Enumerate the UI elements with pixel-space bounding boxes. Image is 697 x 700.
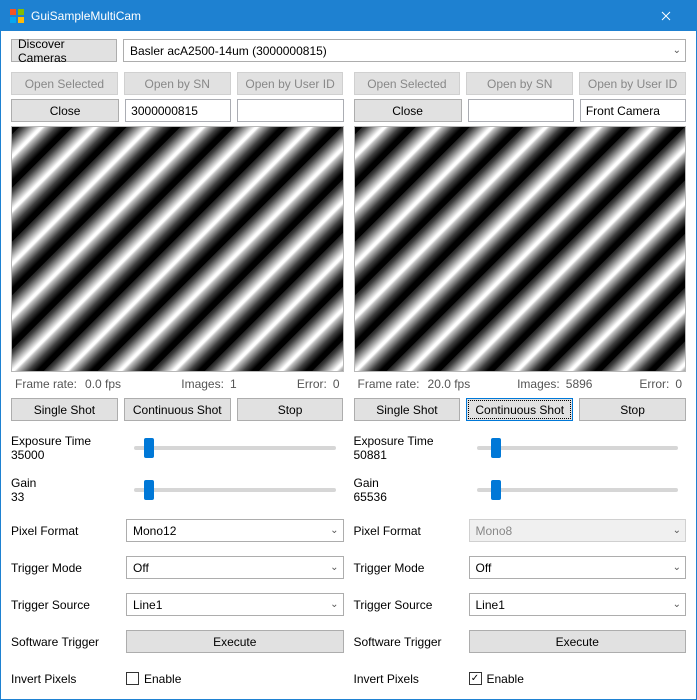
- frame-rate-value: 0.0 fps: [85, 377, 121, 391]
- window-close-button[interactable]: [643, 1, 688, 31]
- sn-input[interactable]: 3000000815: [125, 99, 231, 122]
- stats-line: Frame rate: 0.0 fps Images: 1 Error: 0: [11, 374, 344, 394]
- slider-thumb[interactable]: [491, 438, 501, 458]
- pixel-format-label: Pixel Format: [354, 524, 469, 538]
- pixel-format-select[interactable]: Mono12 ⌄: [126, 519, 344, 542]
- open-selected-button[interactable]: Open Selected: [354, 72, 461, 95]
- chevron-down-icon: ⌄: [673, 599, 681, 610]
- exposure-time-slider[interactable]: [134, 446, 336, 450]
- invert-pixels-checkbox-label: Enable: [144, 672, 181, 686]
- invert-pixels-label: Invert Pixels: [11, 672, 126, 686]
- slider-thumb[interactable]: [144, 438, 154, 458]
- exposure-time-label: Exposure Time: [11, 434, 126, 448]
- pixel-format-label: Pixel Format: [11, 524, 126, 538]
- software-trigger-execute-button[interactable]: Execute: [469, 630, 687, 653]
- chevron-down-icon: ⌄: [673, 562, 681, 573]
- camera-select[interactable]: Basler acA2500-14um (3000000815) ⌄: [123, 39, 686, 62]
- trigger-mode-select[interactable]: Off ⌄: [469, 556, 687, 579]
- images-value: 1: [230, 377, 237, 391]
- trigger-mode-label: Trigger Mode: [354, 561, 469, 575]
- chevron-down-icon: ⌄: [330, 562, 338, 573]
- trigger-source-label: Trigger Source: [354, 598, 469, 612]
- trigger-mode-value: Off: [133, 561, 149, 575]
- app-icon: [9, 8, 25, 24]
- camera-preview: [11, 126, 344, 372]
- trigger-source-select[interactable]: Line1 ⌄: [126, 593, 344, 616]
- invert-pixels-label: Invert Pixels: [354, 672, 469, 686]
- error-label: Error:: [639, 377, 669, 391]
- exposure-time-label: Exposure Time: [354, 434, 469, 448]
- slider-thumb[interactable]: [491, 480, 501, 500]
- error-label: Error:: [297, 377, 327, 391]
- trigger-mode-label: Trigger Mode: [11, 561, 126, 575]
- window-title: GuiSampleMultiCam: [31, 9, 141, 23]
- exposure-time-slider[interactable]: [477, 446, 679, 450]
- images-value: 5896: [566, 377, 593, 391]
- stop-button[interactable]: Stop: [237, 398, 344, 421]
- close-button[interactable]: Close: [11, 99, 119, 122]
- continuous-shot-button[interactable]: Continuous Shot: [124, 398, 231, 421]
- camera-panel-0: Open Selected Open by SN Open by User ID…: [11, 72, 344, 690]
- chevron-down-icon: ⌄: [673, 525, 681, 536]
- gain-slider[interactable]: [477, 488, 679, 492]
- single-shot-button[interactable]: Single Shot: [11, 398, 118, 421]
- stats-line: Frame rate: 20.0 fps Images: 5896 Error:…: [354, 374, 687, 394]
- pixel-format-value: Mono12: [133, 524, 176, 538]
- titlebar: GuiSampleMultiCam: [1, 1, 696, 31]
- software-trigger-label: Software Trigger: [354, 635, 469, 649]
- trigger-source-value: Line1: [133, 598, 162, 612]
- invert-pixels-checkbox[interactable]: [126, 672, 139, 685]
- camera-select-value: Basler acA2500-14um (3000000815): [130, 44, 327, 58]
- software-trigger-label: Software Trigger: [11, 635, 126, 649]
- exposure-time-value: 50881: [354, 448, 469, 462]
- sn-input[interactable]: [468, 99, 574, 122]
- frame-rate-value: 20.0 fps: [428, 377, 471, 391]
- open-by-sn-button[interactable]: Open by SN: [124, 72, 231, 95]
- user-id-input[interactable]: [237, 99, 343, 122]
- invert-pixels-checkbox[interactable]: ✓: [469, 672, 482, 685]
- gain-value: 33: [11, 490, 126, 504]
- slider-thumb[interactable]: [144, 480, 154, 500]
- gain-label: Gain: [11, 476, 126, 490]
- open-by-user-id-button[interactable]: Open by User ID: [237, 72, 344, 95]
- camera-preview: [354, 126, 687, 372]
- open-by-sn-button[interactable]: Open by SN: [466, 72, 573, 95]
- continuous-shot-button[interactable]: Continuous Shot: [466, 398, 573, 421]
- software-trigger-execute-button[interactable]: Execute: [126, 630, 344, 653]
- open-selected-button[interactable]: Open Selected: [11, 72, 118, 95]
- trigger-mode-select[interactable]: Off ⌄: [126, 556, 344, 579]
- close-button[interactable]: Close: [354, 99, 462, 122]
- gain-slider[interactable]: [134, 488, 336, 492]
- chevron-down-icon: ⌄: [330, 525, 338, 536]
- error-value: 0: [333, 377, 340, 391]
- invert-pixels-checkbox-label: Enable: [487, 672, 524, 686]
- pixel-format-select: Mono8 ⌄: [469, 519, 687, 542]
- chevron-down-icon: ⌄: [330, 599, 338, 610]
- images-label: Images:: [517, 377, 560, 391]
- error-value: 0: [675, 377, 682, 391]
- chevron-down-icon: ⌄: [673, 45, 681, 56]
- pixel-format-value: Mono8: [476, 524, 513, 538]
- user-id-input[interactable]: Front Camera: [580, 99, 686, 122]
- camera-panel-1: Open Selected Open by SN Open by User ID…: [354, 72, 687, 690]
- gain-label: Gain: [354, 476, 469, 490]
- stop-button[interactable]: Stop: [579, 398, 686, 421]
- trigger-source-label: Trigger Source: [11, 598, 126, 612]
- gain-value: 65536: [354, 490, 469, 504]
- images-label: Images:: [181, 377, 224, 391]
- trigger-mode-value: Off: [476, 561, 492, 575]
- frame-rate-label: Frame rate:: [358, 377, 420, 391]
- trigger-source-value: Line1: [476, 598, 505, 612]
- frame-rate-label: Frame rate:: [15, 377, 77, 391]
- exposure-time-value: 35000: [11, 448, 126, 462]
- trigger-source-select[interactable]: Line1 ⌄: [469, 593, 687, 616]
- open-by-user-id-button[interactable]: Open by User ID: [579, 72, 686, 95]
- single-shot-button[interactable]: Single Shot: [354, 398, 461, 421]
- discover-cameras-button[interactable]: Discover Cameras: [11, 39, 117, 62]
